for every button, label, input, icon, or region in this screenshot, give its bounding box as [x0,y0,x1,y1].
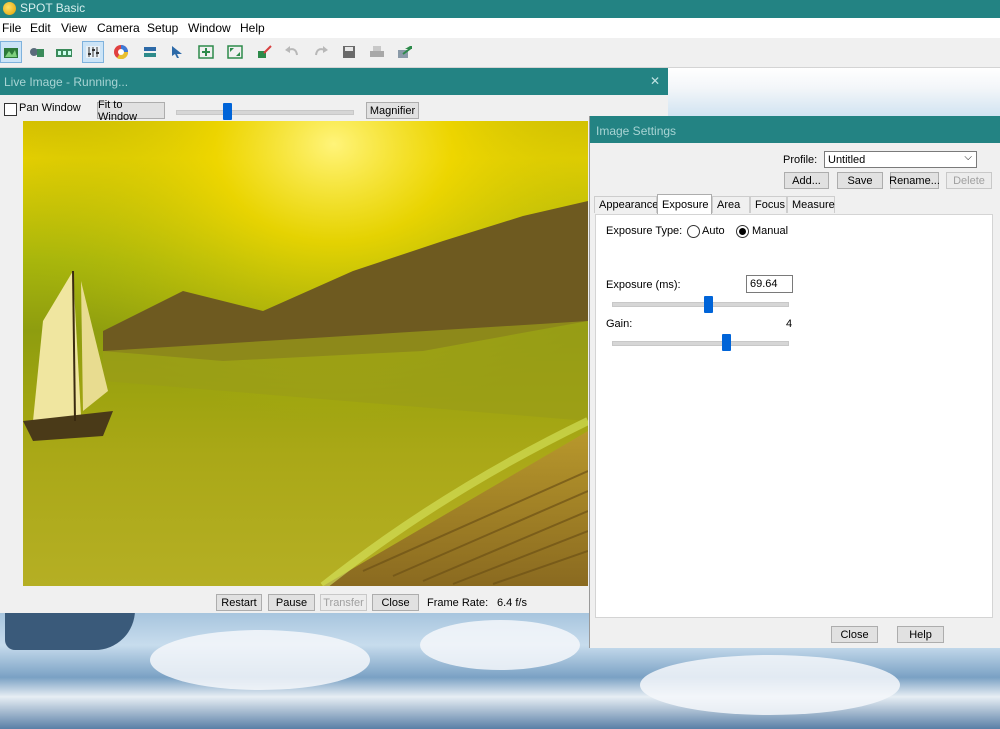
exposure-tab-panel [595,214,993,618]
exposure-manual-label: Manual [752,225,789,237]
gain-label: Gain: [606,318,633,330]
app-title: SPOT Basic [20,1,86,15]
undo-icon[interactable] [281,41,303,63]
menu-window[interactable]: Window [188,21,231,35]
transfer-button[interactable]: Transfer [320,594,367,611]
frame-rate-value: 6.4 f/s [497,597,527,609]
fit-to-window-button[interactable]: Fit to Window [97,99,165,123]
exposure-auto-radio[interactable] [687,225,700,238]
image-settings-title: Image Settings [596,124,677,138]
zoom-slider-track[interactable] [176,110,354,115]
live-camera-image[interactable] [23,121,588,586]
print-icon[interactable] [366,41,388,63]
pointer-icon[interactable] [166,41,188,63]
filmstrip-icon[interactable] [53,41,75,63]
export-icon[interactable] [394,41,416,63]
live-image-title: Live Image - Running... [4,75,129,89]
fit-icon[interactable] [224,41,246,63]
close-icon[interactable]: ✕ [648,74,662,88]
profile-select[interactable]: Untitled ⌵ [824,151,977,168]
tab-measure[interactable]: Measure [787,196,835,213]
tab-exposure[interactable]: Exposure [657,194,712,214]
gain-slider-thumb[interactable] [722,334,731,351]
toolbar [0,38,1000,68]
menu-file[interactable]: File [2,21,21,35]
live-image-icon[interactable] [0,41,22,63]
add-profile-button[interactable]: Add... [784,172,829,189]
close-live-button[interactable]: Close [372,594,419,611]
app-logo-icon [3,2,16,15]
profile-select-value: Untitled [828,154,866,166]
edit-brush-icon[interactable] [253,41,275,63]
zoom-in-icon[interactable] [195,41,217,63]
layers-icon[interactable] [139,41,161,63]
menu-view[interactable]: View [61,21,87,35]
camera-capture-icon[interactable] [26,41,48,63]
tab-area[interactable]: Area [712,196,750,213]
save-icon[interactable] [338,41,360,63]
profile-label: Profile: [783,154,818,166]
menu-bar: File Edit View Camera Setup Window Help [0,18,1000,38]
exposure-slider-thumb[interactable] [704,296,713,313]
desktop-background-strip [668,68,1000,118]
pan-window-checkbox[interactable] [4,103,17,116]
redo-icon[interactable] [310,41,332,63]
magnifier-button[interactable]: Magnifier [366,102,419,119]
chevron-down-icon: ⌵ [964,152,972,163]
menu-edit[interactable]: Edit [30,21,51,35]
image-settings-icon[interactable] [82,41,104,63]
exposure-ms-label: Exposure (ms): [606,279,681,291]
live-image-titlebar: Live Image - Running... ✕ [0,68,668,95]
delete-profile-button[interactable]: Delete [946,172,992,189]
restart-button[interactable]: Restart [216,594,262,611]
exposure-slider-track[interactable] [612,302,789,307]
gain-slider-track[interactable] [612,341,789,346]
exposure-ms-input[interactable]: 69.64 [746,275,793,293]
exposure-auto-label: Auto [702,225,725,237]
close-settings-button[interactable]: Close [831,626,878,643]
pan-window-label: Pan Window [19,102,81,114]
save-profile-button[interactable]: Save [837,172,883,189]
pause-button[interactable]: Pause [268,594,315,611]
menu-camera[interactable]: Camera [97,21,140,35]
gain-value: 4 [786,318,793,330]
exposure-type-label: Exposure Type: [606,225,683,237]
rename-profile-button[interactable]: Rename... [889,172,940,189]
image-settings-titlebar: Image Settings [590,116,1000,143]
tab-focus[interactable]: Focus [750,196,787,213]
app-titlebar: SPOT Basic [0,0,1000,18]
menu-help[interactable]: Help [240,21,265,35]
menu-setup[interactable]: Setup [147,21,178,35]
zoom-slider-thumb[interactable] [223,103,232,120]
color-wheel-icon[interactable] [110,41,132,63]
exposure-manual-radio[interactable] [736,225,749,238]
frame-rate-label: Frame Rate: [427,597,489,609]
tab-appearance[interactable]: Appearance [594,196,658,213]
help-button[interactable]: Help [897,626,944,643]
